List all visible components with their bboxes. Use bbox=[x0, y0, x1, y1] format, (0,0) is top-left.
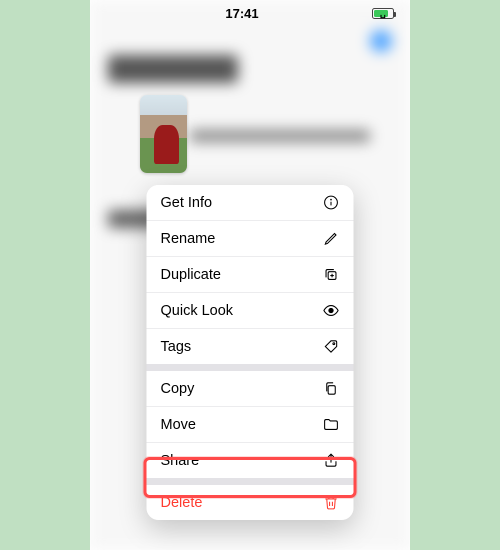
menu-label: Duplicate bbox=[161, 267, 221, 283]
share-icon bbox=[323, 452, 340, 469]
eye-icon bbox=[323, 302, 340, 319]
menu-rename[interactable]: Rename bbox=[147, 221, 354, 257]
menu-label: Share bbox=[161, 453, 200, 469]
menu-label: Rename bbox=[161, 231, 216, 247]
folder-icon bbox=[323, 416, 340, 433]
menu-label: Move bbox=[161, 417, 196, 433]
info-icon bbox=[323, 194, 340, 211]
pencil-icon bbox=[323, 230, 340, 247]
menu-label: Delete bbox=[161, 495, 203, 511]
battery-icon: ␣ bbox=[372, 8, 394, 19]
status-time: 17:41 bbox=[225, 6, 258, 21]
menu-share[interactable]: Share bbox=[147, 443, 354, 478]
file-thumbnail[interactable] bbox=[140, 95, 187, 173]
menu-label: Get Info bbox=[161, 195, 213, 211]
menu-copy[interactable]: Copy bbox=[147, 371, 354, 407]
menu-label: Tags bbox=[161, 339, 192, 355]
menu-duplicate[interactable]: Duplicate bbox=[147, 257, 354, 293]
menu-move[interactable]: Move bbox=[147, 407, 354, 443]
menu-quick-look[interactable]: Quick Look bbox=[147, 293, 354, 329]
copy-icon bbox=[323, 380, 340, 397]
menu-get-info[interactable]: Get Info bbox=[147, 185, 354, 221]
context-menu: Get Info Rename Duplicate Quick Look Tag… bbox=[147, 185, 354, 520]
status-bar: 17:41 ␣ bbox=[90, 0, 410, 22]
duplicate-icon bbox=[323, 266, 340, 283]
trash-icon bbox=[323, 494, 340, 511]
phone-screen: 17:41 ␣ Get Info Rename Duplicate bbox=[90, 0, 410, 550]
menu-label: Copy bbox=[161, 381, 195, 397]
menu-delete[interactable]: Delete bbox=[147, 485, 354, 520]
menu-tags[interactable]: Tags bbox=[147, 329, 354, 364]
tag-icon bbox=[323, 338, 340, 355]
menu-label: Quick Look bbox=[161, 303, 234, 319]
